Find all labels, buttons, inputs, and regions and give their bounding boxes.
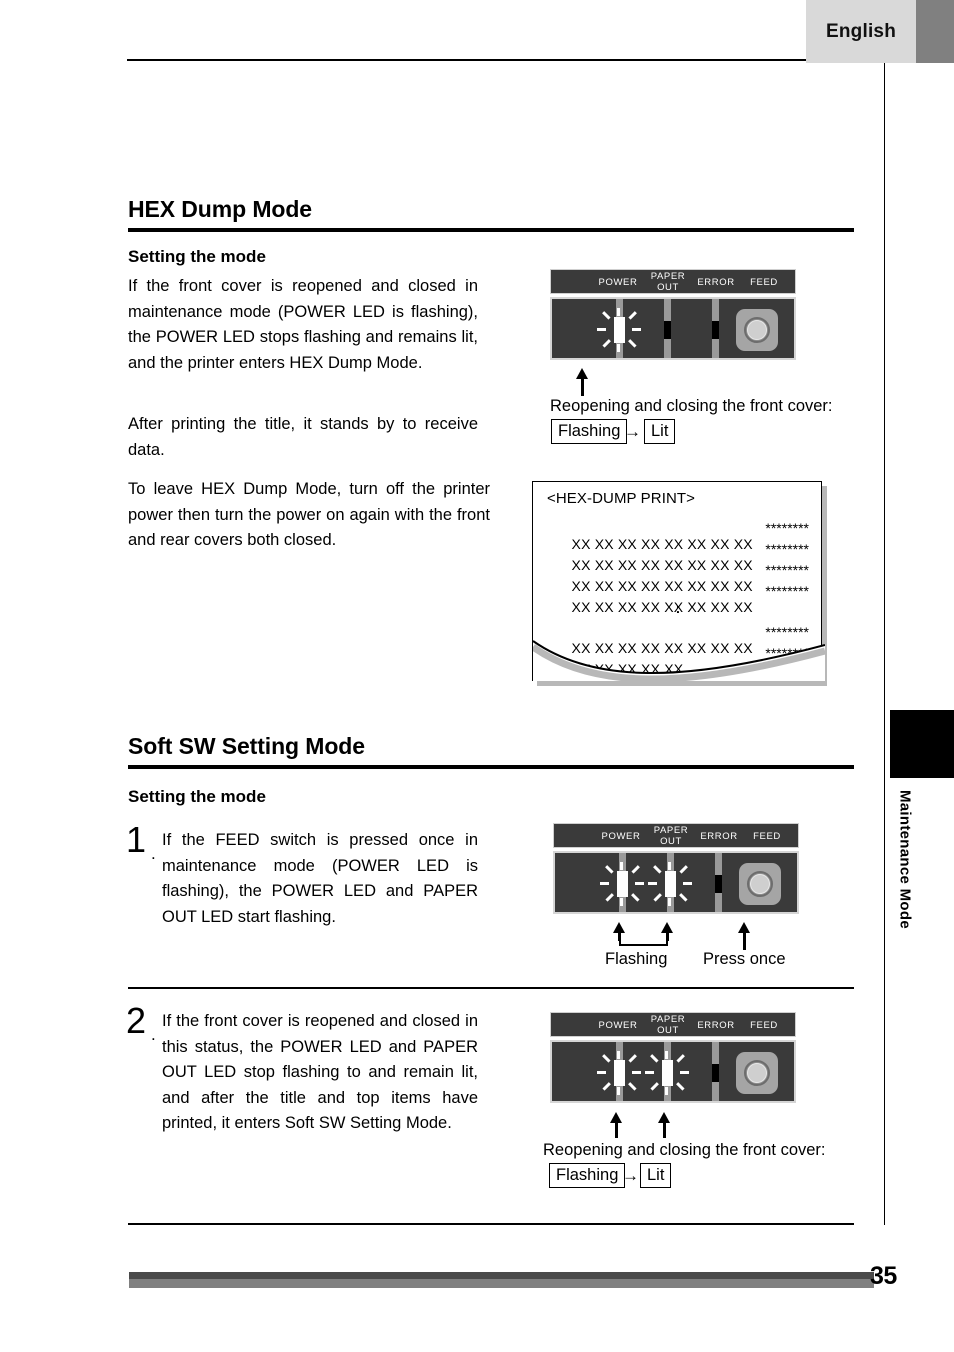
footer-bar-light [129, 1279, 874, 1288]
led-label-power: POWER [598, 1020, 638, 1031]
led-label-paper: PAPER [650, 1014, 686, 1025]
led-label-feed: FEED [750, 277, 778, 288]
section-rule-hex-dump [128, 228, 854, 232]
hex-ascii: ******** [765, 624, 809, 640]
subtitle-setting-the-mode-1: Setting the mode [128, 247, 266, 266]
flash-rays-power [597, 1051, 641, 1095]
footer-bar-dark [129, 1272, 874, 1279]
callout-arrow-power [576, 368, 589, 396]
led-label-paper-out: PAPER OUT [646, 825, 696, 847]
section-title-hex-dump: HEX Dump Mode [128, 196, 312, 222]
step-1-dot: . [151, 844, 156, 863]
led-label-paper: PAPER [650, 271, 686, 282]
badge-lit-hex: Lit [644, 419, 676, 444]
led-label-out: OUT [657, 1024, 679, 1036]
led-label-paper-out: PAPER OUT [643, 271, 693, 293]
step-1-number: 1 [126, 819, 146, 860]
chapter-label-text: Maintenance Mode [896, 790, 914, 929]
transition-arrow-step2: → [622, 1166, 639, 1185]
hex-ascii: ******** [765, 541, 809, 557]
step-2-dot: . [151, 1025, 156, 1044]
led-error-off [715, 875, 722, 893]
badge-flashing-hex: Flashing [551, 419, 628, 444]
feed-button-ring-inner [747, 320, 767, 340]
led-label-error: ERROR [700, 831, 738, 842]
spine-divider [884, 63, 885, 1225]
flash-rays-power [597, 308, 641, 352]
chapter-tab-marker [890, 710, 954, 778]
language-tab: English [806, 0, 916, 63]
hex-dump-printout: <HEX-DUMP PRINT> XX XX XX XX XX XX XX XX… [532, 481, 832, 693]
led-label-power: POWER [601, 831, 641, 842]
caption-flashing-step1: Flashing [605, 950, 668, 968]
step-divider [128, 987, 854, 989]
led-label-paper-out: PAPER OUT [643, 1014, 693, 1036]
step-2-text: If the front cover is reopened and close… [162, 1012, 478, 1133]
callout-arrow-power-step2 [610, 1112, 623, 1138]
panel-label-bar: POWER PAPER OUT ERROR FEED [550, 1012, 796, 1037]
led-label-out: OUT [657, 281, 679, 293]
feed-button[interactable] [739, 863, 781, 905]
hex-ascii: ******** [765, 583, 809, 599]
hex-continuation-marker: : [675, 600, 681, 616]
led-label-power: POWER [598, 277, 638, 288]
panel-body [553, 851, 799, 914]
feed-button-ring-inner [747, 1063, 767, 1083]
panel-label-bar: POWER PAPER OUT ERROR FEED [553, 823, 799, 848]
printout-torn-edge [533, 640, 825, 681]
hex-ascii: ******** [765, 562, 809, 578]
led-error-off [712, 321, 719, 339]
page-number: 35 [870, 1262, 897, 1290]
printer-panel-softsw-step2: POWER PAPER OUT ERROR FEED [550, 1012, 796, 1103]
flash-rays-paper-out [648, 862, 692, 906]
feed-button[interactable] [736, 309, 778, 351]
printout-paper: <HEX-DUMP PRINT> XX XX XX XX XX XX XX XX… [532, 481, 825, 681]
caption-softsw-step2-main: Reopening and closing the front cover: [543, 1141, 826, 1159]
language-tab-label: English [825, 20, 896, 42]
led-label-feed: FEED [750, 1020, 778, 1031]
panel-body [550, 1040, 796, 1103]
section-title-soft-sw: Soft SW Setting Mode [128, 733, 365, 759]
caption-hex-dump-main: Reopening and closing the front cover: [550, 397, 833, 415]
badge-lit-step2: Lit [640, 1163, 672, 1188]
feed-button-ring-inner [750, 874, 770, 894]
led-paper-out-off [664, 321, 671, 339]
led-error-off [712, 1064, 719, 1082]
printer-panel-hex-dump: POWER PAPER OUT ERROR FEED [550, 269, 796, 360]
paragraph-hex-dump-3: To leave HEX Dump Mode, turn off the pri… [128, 480, 490, 550]
step-2-number: 2 [126, 1000, 146, 1041]
callout-arrow-feed-step1 [738, 922, 751, 950]
header-rule [127, 59, 806, 61]
feed-button[interactable] [736, 1052, 778, 1094]
badge-flashing-step2: Flashing [549, 1163, 626, 1188]
printer-panel-softsw-step1: POWER PAPER OUT ERROR FEED [553, 823, 799, 914]
flash-rays-paper-out [645, 1051, 689, 1095]
step-1-text: If the FEED switch is pressed once in ma… [162, 831, 478, 926]
flash-rays-power [600, 862, 644, 906]
callout-arrow-paper-out-step2 [658, 1112, 671, 1138]
led-label-paper: PAPER [653, 825, 689, 836]
panel-body [550, 297, 796, 360]
section-rule-soft-sw [128, 765, 854, 769]
subtitle-setting-the-mode-2: Setting the mode [128, 787, 266, 806]
led-label-error: ERROR [697, 1020, 735, 1031]
hex-ascii: ******** [765, 520, 809, 536]
printout-title: <HEX-DUMP PRINT> [547, 490, 696, 507]
led-label-feed: FEED [753, 831, 781, 842]
paragraph-hex-dump-1: If the front cover is reopened and close… [128, 277, 478, 372]
led-label-out: OUT [660, 835, 682, 847]
led-label-error: ERROR [697, 277, 735, 288]
paragraph-hex-dump-2: After printing the title, it stands by t… [128, 415, 478, 459]
caption-press-once: Press once [703, 950, 786, 968]
callout-bracket-flashing [619, 935, 668, 946]
panel-label-bar: POWER PAPER OUT ERROR FEED [550, 269, 796, 294]
content-bottom-divider [128, 1223, 854, 1225]
header-gray-strip [916, 0, 954, 63]
transition-arrow-hex: → [624, 422, 641, 441]
chapter-label: Maintenance Mode [890, 790, 920, 1000]
